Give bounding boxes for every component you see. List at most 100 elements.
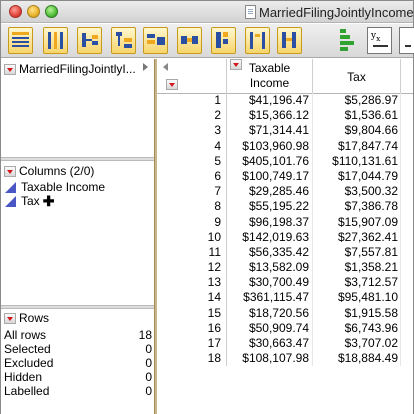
table-row[interactable]: 8 $55,195.22 $7,386.78 — [157, 199, 413, 215]
row-number[interactable]: 18 — [157, 351, 227, 367]
cell-taxable-income[interactable]: $15,366.12 — [227, 108, 313, 124]
scroll-left-icon[interactable] — [163, 63, 168, 71]
row-number[interactable]: 12 — [157, 260, 227, 276]
rows-selected[interactable]: Selected 0 — [4, 342, 154, 356]
table-row[interactable]: 9 $96,198.37 $15,907.09 — [157, 214, 413, 230]
table-row[interactable]: 1 $41,196.47 $5,286.97 — [157, 93, 413, 109]
cell-tax[interactable]: $18,884.49 — [313, 351, 401, 367]
row-number[interactable]: 14 — [157, 290, 227, 306]
concatenate-icon[interactable] — [277, 27, 302, 54]
cell-taxable-income[interactable]: $30,700.49 — [227, 275, 313, 291]
row-number[interactable]: 15 — [157, 305, 227, 321]
cell-taxable-income[interactable]: $13,582.09 — [227, 260, 313, 276]
formula-icon[interactable]: yx — [367, 27, 392, 54]
table-row[interactable]: 6 $100,749.17 $17,044.79 — [157, 168, 413, 185]
cell-tax[interactable]: $95,481.10 — [313, 290, 401, 306]
cell-tax[interactable]: $1,536.61 — [313, 108, 401, 124]
row-number[interactable]: 9 — [157, 214, 227, 230]
row-number[interactable]: 2 — [157, 108, 227, 124]
cell-taxable-income[interactable]: $100,749.17 — [227, 168, 313, 185]
cell-tax[interactable]: $1,915.58 — [313, 305, 401, 321]
row-number[interactable]: 1 — [157, 93, 227, 109]
cell-tax[interactable]: $3,712.57 — [313, 275, 401, 291]
row-number[interactable]: 5 — [157, 153, 227, 169]
table-row[interactable]: 10 $142,019.63 $27,362.41 — [157, 229, 413, 245]
panel-divider[interactable] — [1, 157, 154, 161]
cell-taxable-income[interactable]: $96,198.37 — [227, 214, 313, 230]
rows-hidden[interactable]: Hidden 0 — [4, 370, 154, 384]
row-number[interactable]: 8 — [157, 199, 227, 215]
row-number[interactable]: 6 — [157, 168, 227, 185]
cell-tax[interactable]: $7,557.81 — [313, 244, 401, 261]
table-row[interactable]: 17 $30,663.47 $3,707.02 — [157, 336, 413, 352]
cell-tax[interactable]: $17,847.74 — [313, 138, 401, 154]
zoom-window-button[interactable] — [45, 5, 58, 18]
rows-panel-header[interactable]: Rows — [1, 310, 49, 326]
cell-taxable-income[interactable]: $405,101.76 — [227, 153, 313, 169]
table-row[interactable]: 3 $71,314.41 $9,804.66 — [157, 123, 413, 139]
cell-taxable-income[interactable]: $71,314.41 — [227, 123, 313, 139]
cell-tax[interactable]: $5,286.97 — [313, 93, 401, 109]
tree-icon[interactable] — [111, 27, 136, 54]
cell-taxable-income[interactable]: $361,115.47 — [227, 290, 313, 306]
chart-icon[interactable] — [334, 27, 359, 54]
table-row[interactable]: 13 $30,700.49 $3,712.57 — [157, 275, 413, 291]
table-row[interactable]: 2 $15,366.12 $1,536.61 — [157, 108, 413, 124]
cell-taxable-income[interactable]: $108,107.98 — [227, 351, 313, 367]
cell-taxable-income[interactable]: $142,019.63 — [227, 229, 313, 245]
cell-tax[interactable]: $9,804.66 — [313, 123, 401, 139]
row-menu-icon[interactable] — [166, 79, 178, 90]
cell-taxable-income[interactable]: $29,285.46 — [227, 184, 313, 200]
cell-taxable-income[interactable]: $18,720.56 — [227, 305, 313, 321]
cell-taxable-income[interactable]: $103,960.98 — [227, 138, 313, 154]
column-header-tax[interactable]: Tax — [313, 59, 401, 93]
row-number[interactable]: 13 — [157, 275, 227, 291]
collapse-panel-icon[interactable] — [143, 63, 148, 71]
cell-taxable-income[interactable]: $56,335.42 — [227, 244, 313, 261]
horizontal-scroll-area[interactable] — [157, 408, 413, 414]
row-number[interactable]: 11 — [157, 244, 227, 261]
row-number[interactable]: 7 — [157, 184, 227, 200]
table-tool-icon[interactable] — [8, 27, 33, 54]
panel-divider[interactable] — [1, 305, 154, 309]
table-panel-header[interactable]: MarriedFilingJointlyI... — [1, 61, 136, 77]
cell-tax[interactable]: $15,907.09 — [313, 214, 401, 230]
transpose-icon[interactable] — [245, 27, 270, 54]
close-window-button[interactable] — [9, 5, 22, 18]
columns-menu-icon[interactable] — [4, 165, 16, 177]
split-icon[interactable] — [77, 27, 102, 54]
cell-taxable-income[interactable]: $50,909.74 — [227, 320, 313, 336]
table-row[interactable]: 18 $108,107.98 $18,884.49 — [157, 351, 413, 367]
table-row[interactable]: 12 $13,582.09 $1,358.21 — [157, 260, 413, 276]
column-item-tax[interactable]: Tax ✚ — [5, 193, 54, 209]
row-number[interactable]: 17 — [157, 336, 227, 352]
table-row[interactable]: 7 $29,285.46 $3,500.32 — [157, 184, 413, 200]
cell-taxable-income[interactable]: $55,195.22 — [227, 199, 313, 215]
join-icon[interactable] — [177, 27, 202, 54]
table-menu-icon[interactable] — [4, 63, 16, 75]
window-icon[interactable] — [399, 27, 414, 54]
cell-taxable-income[interactable]: $41,196.47 — [227, 93, 313, 109]
row-number[interactable]: 16 — [157, 320, 227, 336]
cell-tax[interactable]: $7,386.78 — [313, 199, 401, 215]
table-row[interactable]: 5 $405,101.76 $110,131.61 — [157, 153, 413, 169]
table-row[interactable]: 15 $18,720.56 $1,915.58 — [157, 305, 413, 321]
cell-tax[interactable]: $1,358.21 — [313, 260, 401, 276]
minimize-window-button[interactable] — [27, 5, 40, 18]
table-row[interactable]: 14 $361,115.47 $95,481.10 — [157, 290, 413, 306]
row-number[interactable]: 10 — [157, 229, 227, 245]
cell-tax[interactable]: $17,044.79 — [313, 168, 401, 185]
cell-taxable-income[interactable]: $30,663.47 — [227, 336, 313, 352]
row-number[interactable]: 4 — [157, 138, 227, 154]
rows-all[interactable]: All rows 18 — [4, 328, 154, 342]
cell-tax[interactable]: $110,131.61 — [313, 153, 401, 169]
cell-tax[interactable]: $27,362.41 — [313, 229, 401, 245]
table-row[interactable]: 4 $103,960.98 $17,847.74 — [157, 138, 413, 154]
rows-labelled[interactable]: Labelled 0 — [4, 384, 154, 398]
table-row[interactable]: 11 $56,335.42 $7,557.81 — [157, 244, 413, 261]
cell-tax[interactable]: $3,500.32 — [313, 184, 401, 200]
rows-menu-icon[interactable] — [4, 312, 16, 324]
title-bar[interactable]: MarriedFilingJointlyIncome — [1, 1, 414, 23]
stack-icon[interactable] — [143, 27, 168, 54]
row-number[interactable]: 3 — [157, 123, 227, 139]
